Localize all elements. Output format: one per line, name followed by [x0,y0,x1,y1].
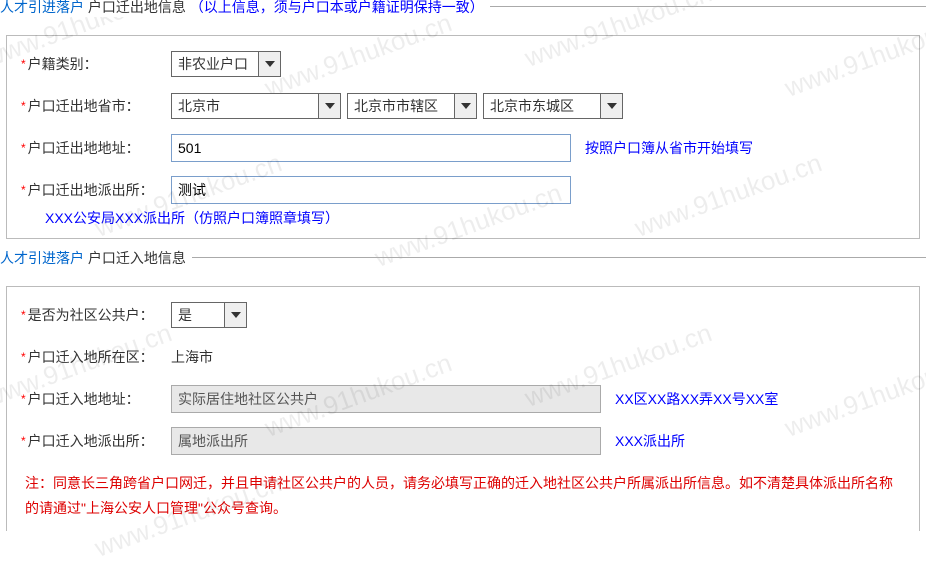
label-community: 是否为社区公共户： [28,305,154,325]
select-community[interactable]: 是 [171,302,247,328]
hint-out-address: 按照户口簿从省市开始填写 [585,138,753,158]
required-star: * [21,183,26,197]
select-value: 北京市东城区 [490,96,574,116]
label-in-district: 户口迁入地所在区： [28,347,154,367]
select-value: 非农业户口 [178,54,248,74]
label-out-address: 户口迁出地地址： [28,138,140,158]
required-star: * [21,434,26,448]
form-box-in: * 是否为社区公共户： 是 * 户口迁入地所在区： 上海市 * 户口迁 [6,286,920,531]
required-star: * [21,57,26,71]
section-move-out: 人才引进落户 户口迁出地信息 （以上信息，须与户口本或户籍证明保持一致） * 户… [0,6,926,239]
select-out-district[interactable]: 北京市东城区 [483,93,623,119]
label-in-address: 户口迁入地地址： [28,389,140,409]
label-out-province: 户口迁出地省市： [28,96,140,116]
required-star: * [21,350,26,364]
section-title-main: 人才引进落户 [0,0,84,15]
required-star: * [21,392,26,406]
form-box-out: * 户籍类别： 非农业户口 * 户口迁出地省市： 北京市 [6,35,920,239]
row-in-address: * 户口迁入地地址： XX区XX路XX弄XX号XX室 [21,385,905,413]
row-out-address: * 户口迁出地地址： 按照户口簿从省市开始填写 [21,134,905,162]
section-title-note: （以上信息，须与户口本或户籍证明保持一致） [190,0,484,15]
row-community: * 是否为社区公共户： 是 [21,301,905,329]
hint-out-station: XXX公安局XXX派出所（仿照户口簿照章填写） [21,208,905,228]
select-value: 北京市 [178,96,220,116]
label-in-station: 户口迁入地派出所： [28,431,154,451]
input-in-station [171,427,601,455]
select-out-province[interactable]: 北京市 [171,93,341,119]
row-out-province: * 户口迁出地省市： 北京市 北京市市辖区 北京市东城区 [21,92,905,120]
row-household-type: * 户籍类别： 非农业户口 [21,50,905,78]
row-in-district: * 户口迁入地所在区： 上海市 [21,343,905,371]
label-household-type: 户籍类别： [28,54,98,74]
section-title-sub: 户口迁出地信息 [88,0,186,15]
select-out-city[interactable]: 北京市市辖区 [347,93,477,119]
select-value: 北京市市辖区 [354,96,438,116]
chevron-down-icon [224,303,246,327]
section-header: 人才引进落户 户口迁入地信息 [0,257,926,278]
label-out-station: 户口迁出地派出所： [28,180,154,200]
chevron-down-icon [258,52,280,76]
required-star: * [21,141,26,155]
required-star: * [21,308,26,322]
chevron-down-icon [454,94,476,118]
input-in-address [171,385,601,413]
section-move-in: 人才引进落户 户口迁入地信息 * 是否为社区公共户： 是 * 户口迁入地所在区： [0,257,926,531]
chevron-down-icon [318,94,340,118]
select-value: 是 [178,305,192,325]
row-in-station: * 户口迁入地派出所： XXX派出所 [21,427,905,455]
row-out-station: * 户口迁出地派出所： [21,176,905,204]
value-in-district: 上海市 [171,347,213,367]
section-header: 人才引进落户 户口迁出地信息 （以上信息，须与户口本或户籍证明保持一致） [0,6,926,27]
chevron-down-icon [600,94,622,118]
select-household-type[interactable]: 非农业户口 [171,51,281,77]
input-out-address[interactable] [171,134,571,162]
section-title-sub: 户口迁入地信息 [88,250,186,266]
input-out-station[interactable] [171,176,571,204]
hint-in-station: XXX派出所 [615,431,685,451]
required-star: * [21,99,26,113]
section-title-main: 人才引进落户 [0,250,84,266]
note-red: 注：同意长三角跨省户口网迁，并且申请社区公共户的人员，请务必填写正确的迁入地社区… [21,469,905,521]
hint-in-address: XX区XX路XX弄XX号XX室 [615,389,778,409]
